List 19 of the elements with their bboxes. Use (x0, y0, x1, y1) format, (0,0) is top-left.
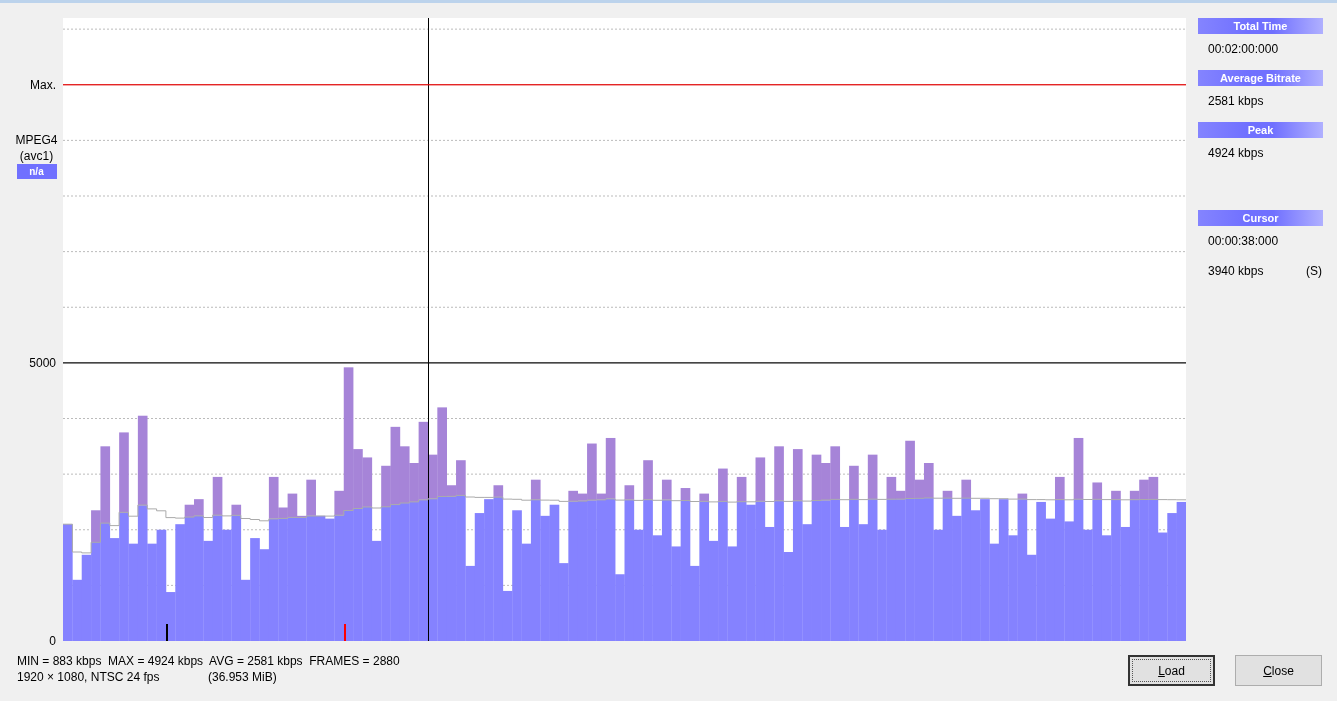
info-value: 3940 kbps (1208, 263, 1264, 280)
section-header: Total Time (1198, 18, 1323, 34)
info-value: 00:00:38:000 (1208, 233, 1279, 250)
stats-summary: MIN = 883 kbps MAX = 4924 kbps AVG = 2581 kbps FRAMES = 2880 (17, 653, 400, 669)
info-value: 4924 kbps (1208, 145, 1264, 162)
codec-badge: n/a (16, 164, 57, 179)
axis-label: 5000 (29, 355, 56, 370)
info-value: 2581 kbps (1208, 93, 1264, 110)
codec-label: MPEG4 (15, 132, 58, 148)
file-size: (36.953 MiB) (208, 669, 277, 685)
section-header: Peak (1198, 122, 1323, 138)
axis-label: 0 (49, 634, 56, 648)
section-header: Average Bitrate (1198, 70, 1323, 86)
axis-label: Max. (30, 77, 56, 92)
codec-detail: (avc1) (19, 148, 54, 164)
section-header: Cursor (1198, 210, 1323, 226)
info-value: 00:02:00:000 (1208, 41, 1279, 58)
video-format: 1920 × 1080, NTSC 24 fps (17, 669, 161, 685)
info-note: (S) (1306, 263, 1322, 280)
